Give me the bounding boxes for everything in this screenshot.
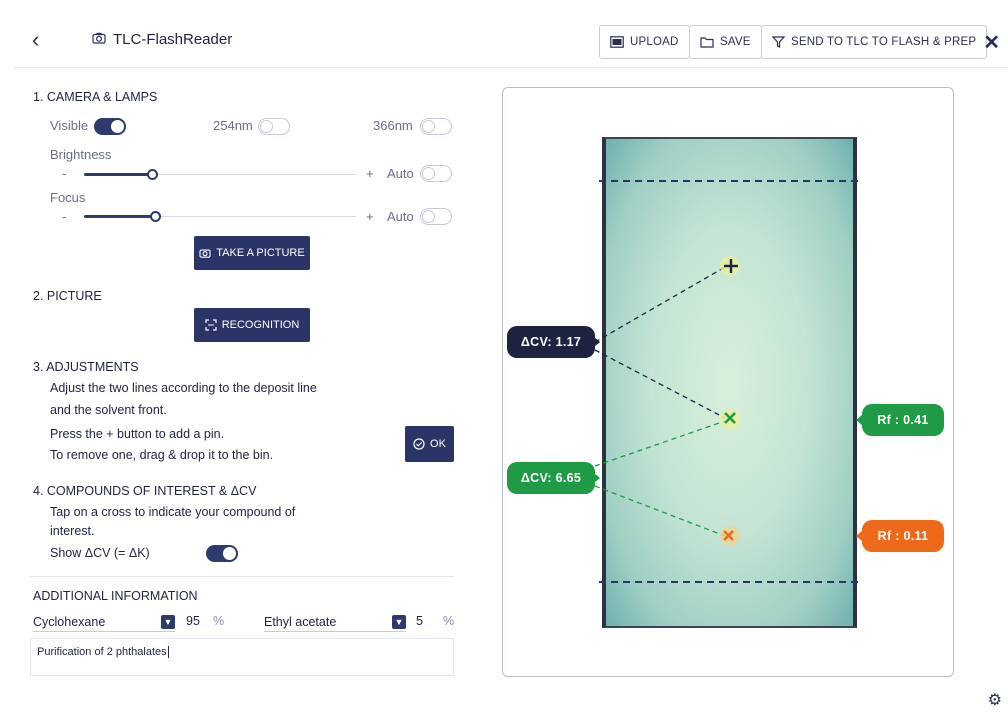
chevron-down-icon: ▼ — [161, 615, 175, 629]
focus-auto-label: Auto — [387, 209, 414, 224]
filter-icon — [772, 36, 785, 48]
notes-field[interactable]: Purification of 2 phthalates — [30, 638, 454, 676]
dcv2-text: ΔCV: 6.65 — [520, 471, 582, 485]
adjust-instruction-4: To remove one, drag & drop it to the bin… — [50, 448, 274, 462]
rf2-text: Rf : 0.11 — [877, 529, 929, 543]
scan-icon — [205, 319, 217, 331]
header-bar: ‹ TLC-FlashReader UPLOAD SAVE SEND TO TL… — [14, 14, 1008, 68]
toggle-knob — [260, 120, 273, 133]
focus-minus[interactable]: - — [62, 209, 66, 224]
camera-heading: 1. CAMERA & LAMPS — [33, 90, 158, 104]
brightness-plus[interactable]: + — [366, 166, 374, 181]
recognition-label: RECOGNITION — [221, 319, 300, 331]
app-title-text: TLC-FlashReader — [113, 31, 233, 48]
send-button[interactable]: SEND TO TLC TO FLASH & PREP — [761, 25, 988, 59]
send-label: SEND TO TLC TO FLASH & PREP — [791, 36, 977, 48]
ok-button[interactable]: OK — [405, 426, 454, 462]
take-picture-label: TAKE A PICTURE — [216, 247, 305, 259]
ok-label: OK — [430, 438, 446, 450]
uv366-label: 366nm — [373, 118, 413, 133]
dcv-bubble-dark: ΔCV: 1.17 — [507, 326, 595, 358]
adjustments-heading: 3. ADJUSTMENTS — [33, 360, 139, 374]
upload-icon — [610, 36, 624, 48]
text-cursor — [167, 646, 169, 658]
dcv1-connector-upper — [594, 266, 726, 343]
section-divider — [30, 576, 454, 577]
brightness-slider[interactable] — [84, 169, 356, 180]
upload-label: UPLOAD — [630, 36, 679, 48]
picture-heading: 2. PICTURE — [33, 289, 102, 303]
slider-fill — [84, 173, 152, 176]
brightness-auto-toggle[interactable] — [420, 165, 452, 182]
focus-label: Focus — [50, 190, 86, 205]
close-icon[interactable]: ✕ — [983, 30, 1000, 55]
focus-slider[interactable] — [84, 211, 356, 222]
take-picture-button[interactable]: TAKE A PICTURE — [194, 236, 310, 270]
toggle-knob — [422, 210, 435, 223]
save-label: SAVE — [720, 36, 751, 48]
adjust-instruction-1: Adjust the two lines according to the de… — [50, 381, 317, 395]
show-dcv-toggle[interactable] — [206, 545, 238, 562]
focus-auto-toggle[interactable] — [420, 208, 452, 225]
camera-icon — [199, 249, 211, 258]
dcv-bubble-green: ΔCV: 6.65 — [507, 462, 595, 494]
toggle-knob — [111, 120, 124, 133]
solvent1-value: Cyclohexane — [33, 614, 106, 629]
additional-heading: ADDITIONAL INFORMATION — [33, 589, 198, 603]
bubble-pointer — [594, 337, 600, 347]
bubble-pointer — [856, 415, 862, 425]
rf1-text: Rf : 0.41 — [877, 413, 929, 427]
chevron-down-icon: ▼ — [392, 615, 406, 629]
slider-thumb[interactable] — [147, 169, 158, 180]
gear-icon[interactable]: ⚙ — [988, 690, 1002, 710]
uv366-toggle[interactable] — [420, 118, 452, 135]
back-button[interactable]: ‹ — [32, 28, 39, 52]
solvent2-value: Ethyl acetate — [264, 614, 337, 629]
toggle-knob — [422, 167, 435, 180]
dcv2-connector-lower — [594, 485, 726, 537]
recognition-button[interactable]: RECOGNITION — [194, 308, 310, 342]
adjust-instruction-2: and the solvent front. — [50, 403, 167, 417]
show-dcv-label: Show ΔCV (= ΔK) — [50, 546, 150, 560]
notes-text: Purification of 2 phthalates — [37, 646, 167, 658]
brightness-label: Brightness — [50, 147, 112, 162]
percent-sign-1: % — [213, 614, 225, 628]
folder-icon — [700, 37, 714, 48]
slider-thumb[interactable] — [150, 211, 161, 222]
adjust-instruction-3: Press the + button to add a pin. — [50, 427, 225, 441]
rf-bubble-orange: Rf : 0.11 — [862, 520, 944, 552]
dcv2-connector-upper — [594, 420, 726, 467]
bubble-pointer — [594, 473, 600, 483]
focus-plus[interactable]: + — [366, 209, 374, 224]
toggle-knob — [223, 547, 236, 560]
check-circle-icon — [413, 438, 425, 450]
compounds-instruction-1: Tap on a cross to indicate your compound… — [50, 505, 296, 519]
visible-label: Visible — [50, 118, 89, 133]
compounds-heading: 4. COMPOUNDS OF INTEREST & ΔCV — [33, 484, 257, 498]
camera-icon — [92, 31, 106, 48]
dcv1-connector-lower — [594, 349, 726, 419]
rf-bubble-green: Rf : 0.41 — [862, 404, 944, 436]
app-window: ‹ TLC-FlashReader UPLOAD SAVE SEND TO TL… — [0, 0, 1008, 718]
plate-image-panel — [502, 87, 954, 677]
plate-overlay — [594, 180, 859, 583]
visible-toggle[interactable] — [94, 118, 126, 135]
uv254-label: 254nm — [213, 118, 253, 133]
compounds-instruction-2: interest. — [50, 524, 95, 538]
solvent1-percent[interactable]: 95 — [186, 614, 200, 628]
toggle-knob — [422, 120, 435, 133]
percent-sign-2: % — [443, 614, 455, 628]
dcv1-text: ΔCV: 1.17 — [520, 335, 582, 349]
upload-button[interactable]: UPLOAD — [599, 25, 690, 59]
solvent2-select[interactable]: Ethyl acetate ▼ — [264, 612, 406, 632]
solvent2-percent[interactable]: 5 — [416, 614, 423, 628]
brightness-minus[interactable]: - — [62, 166, 66, 181]
save-button[interactable]: SAVE — [689, 25, 762, 59]
app-title: TLC-FlashReader — [92, 31, 232, 48]
slider-fill — [84, 215, 155, 218]
uv254-toggle[interactable] — [258, 118, 290, 135]
brightness-auto-label: Auto — [387, 166, 414, 181]
bubble-pointer — [856, 531, 862, 541]
solvent1-select[interactable]: Cyclohexane ▼ — [33, 612, 175, 632]
